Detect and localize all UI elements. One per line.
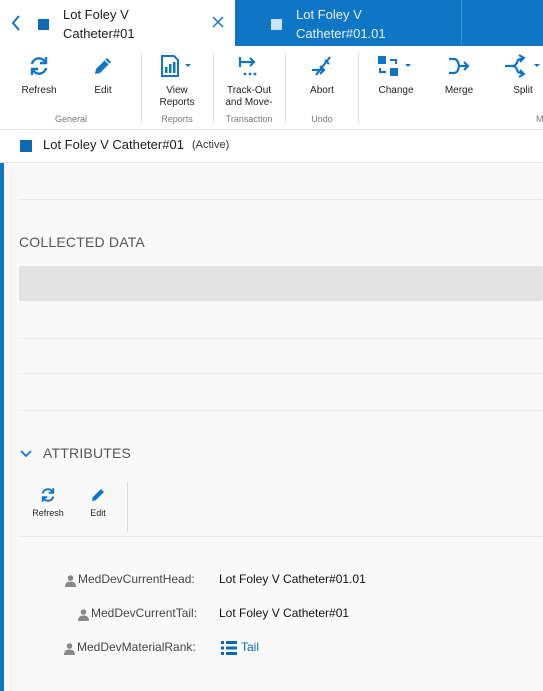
user-icon bbox=[64, 642, 75, 655]
toolbar-separator bbox=[127, 482, 128, 532]
merge-icon bbox=[447, 54, 471, 78]
collected-data-placeholder bbox=[19, 266, 543, 301]
change-button[interactable]: Change bbox=[360, 46, 432, 106]
refresh-button[interactable]: Refresh bbox=[4, 46, 74, 106]
lot-icon bbox=[38, 19, 49, 30]
lot-icon bbox=[271, 19, 282, 30]
change-label: Change bbox=[378, 85, 414, 96]
object-header: Lot Foley V Catheter#01 (Active) bbox=[0, 130, 543, 163]
chevron-down-icon[interactable] bbox=[19, 447, 33, 459]
attribute-key: MedDevCurrentTail: bbox=[91, 606, 198, 620]
attribute-row: MedDevCurrentHead: Lot Foley V Catheter#… bbox=[0, 572, 543, 590]
tab-divider bbox=[461, 0, 462, 46]
back-chevron-icon[interactable] bbox=[10, 14, 24, 32]
view-reports-button[interactable]: View Reports bbox=[142, 46, 212, 108]
group-transaction-label: Transaction bbox=[225, 114, 273, 124]
tab-title: Lot Foley V Catheter#01.01 bbox=[296, 7, 386, 41]
divider bbox=[18, 199, 543, 200]
track-out-icon bbox=[237, 54, 261, 78]
track-out-button[interactable]: Track-Out and Move- bbox=[214, 46, 284, 108]
abort-icon bbox=[310, 54, 334, 78]
refresh-icon bbox=[39, 486, 57, 504]
divider bbox=[18, 410, 543, 411]
user-icon bbox=[78, 608, 89, 621]
merge-button[interactable]: Merge bbox=[424, 46, 494, 106]
user-icon bbox=[65, 574, 76, 587]
attributes-refresh-button[interactable]: Refresh bbox=[28, 484, 68, 524]
collected-data-heading: COLLECTED DATA bbox=[19, 234, 145, 250]
abort-label: Abort bbox=[310, 85, 334, 96]
attribute-row: MedDevMaterialRank: Tail bbox=[0, 640, 543, 658]
refresh-label: Refresh bbox=[21, 85, 57, 96]
split-icon bbox=[503, 54, 543, 78]
merge-label: Merge bbox=[444, 85, 474, 96]
divider bbox=[18, 338, 543, 339]
split-button[interactable]: Split bbox=[488, 46, 543, 106]
attributes-refresh-label: Refresh bbox=[32, 508, 64, 518]
abort-button[interactable]: Abort bbox=[286, 46, 358, 106]
group-general-label: General bbox=[54, 114, 88, 124]
attribute-key: MedDevCurrentHead: bbox=[78, 572, 195, 586]
tab-bar: Lot Foley V Catheter#01 Lot Foley V Cath… bbox=[0, 0, 543, 46]
split-label: Split bbox=[513, 85, 533, 96]
attribute-value-link[interactable]: Tail bbox=[241, 640, 259, 654]
change-icon bbox=[376, 54, 416, 78]
view-reports-label: View Reports bbox=[159, 85, 195, 108]
divider bbox=[18, 536, 543, 537]
pencil-icon bbox=[91, 54, 115, 78]
edit-label: Edit bbox=[94, 85, 112, 96]
tab-title: Lot Foley V Catheter#01 bbox=[63, 7, 135, 41]
refresh-icon bbox=[27, 54, 51, 78]
attribute-value: Lot Foley V Catheter#01.01 bbox=[219, 572, 366, 586]
group-truncated-label: M bbox=[536, 114, 543, 124]
object-status: (Active) bbox=[192, 139, 230, 151]
toolbar: Refresh Edit General View Reports Report… bbox=[0, 46, 543, 130]
attribute-value: Lot Foley V Catheter#01 bbox=[219, 606, 350, 620]
track-out-label: Track-Out and Move- bbox=[225, 85, 273, 108]
lot-icon bbox=[20, 140, 32, 152]
group-undo-label: Undo bbox=[311, 114, 333, 124]
attributes-edit-button[interactable]: Edit bbox=[78, 484, 118, 524]
list-icon bbox=[221, 641, 237, 655]
toolbar-separator bbox=[358, 52, 359, 124]
divider bbox=[18, 373, 543, 374]
group-reports-label: Reports bbox=[161, 114, 193, 124]
edit-button[interactable]: Edit bbox=[68, 46, 138, 106]
pencil-icon bbox=[89, 486, 107, 504]
object-title: Lot Foley V Catheter#01 bbox=[43, 137, 184, 152]
attribute-key: MedDevMaterialRank: bbox=[77, 640, 196, 654]
report-icon bbox=[158, 54, 196, 78]
tab-inactive[interactable]: Lot Foley V Catheter#01.01 bbox=[235, 0, 461, 46]
attribute-row: MedDevCurrentTail: Lot Foley V Catheter#… bbox=[0, 606, 543, 624]
attributes-heading[interactable]: ATTRIBUTES bbox=[43, 445, 131, 461]
tab-active[interactable]: Lot Foley V Catheter#01 bbox=[0, 0, 235, 46]
attributes-edit-label: Edit bbox=[90, 508, 106, 518]
close-icon[interactable] bbox=[210, 14, 226, 30]
